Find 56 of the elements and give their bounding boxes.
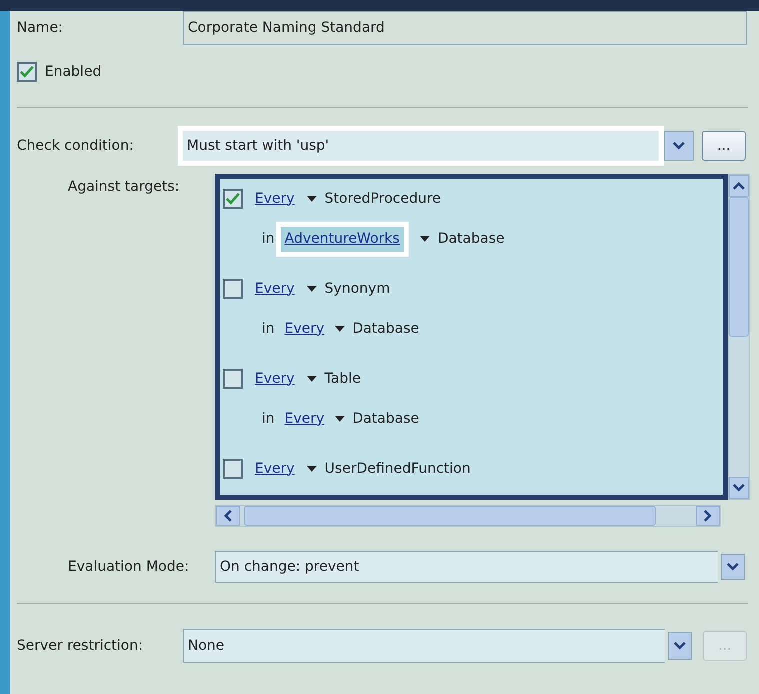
check-icon: [20, 66, 34, 78]
caret-icon: [334, 416, 345, 422]
target-type: Table: [324, 370, 361, 388]
scope-prefix: in: [262, 230, 275, 248]
caret-icon: [306, 196, 317, 202]
scroll-up-button[interactable]: [729, 175, 749, 197]
filter-link[interactable]: Every: [255, 278, 295, 300]
target-type: StoredProcedure: [324, 190, 442, 208]
filter-link[interactable]: Every: [255, 368, 295, 390]
scroll-left-button[interactable]: [216, 506, 240, 526]
condition-field[interactable]: Must start with 'usp': [178, 126, 664, 166]
dropdown-button[interactable]: [664, 131, 694, 161]
chevron-down-icon: [674, 642, 686, 650]
scope-prefix: in: [262, 320, 275, 338]
caret-icon: [334, 326, 345, 332]
field-label: Server restriction:: [17, 636, 144, 656]
checkbox-label: Enabled: [45, 62, 102, 82]
target-type: UserDefinedFunction: [324, 460, 471, 478]
vertical-scrollbar[interactable]: [728, 174, 750, 500]
caret-icon: [306, 376, 317, 382]
scope-type: Database: [438, 230, 505, 248]
scrollbar-thumb[interactable]: [244, 506, 656, 526]
scope-link[interactable]: Every: [284, 318, 325, 340]
field-label: Against targets:: [67, 178, 181, 197]
chevron-right-icon: [704, 510, 712, 522]
name-field[interactable]: Corporate Naming Standard: [183, 11, 747, 45]
scope-type: Database: [352, 410, 420, 428]
scope-type: Database: [352, 320, 420, 338]
scope-link[interactable]: AdventureWorks: [276, 222, 409, 256]
chevron-left-icon: [224, 510, 232, 522]
field-label: Check condition:: [17, 136, 135, 156]
target-checkbox[interactable]: [223, 189, 243, 209]
caret-icon: [420, 236, 430, 242]
target-type: Synonym: [324, 280, 390, 298]
caret-icon: [306, 286, 317, 292]
enabled-checkbox[interactable]: [17, 62, 37, 82]
scrollbar-thumb[interactable]: [729, 197, 749, 337]
caret-icon: [306, 466, 317, 472]
target-checkbox[interactable]: [223, 279, 243, 299]
field-label: Evaluation Mode:: [67, 558, 190, 576]
scope-link[interactable]: Every: [284, 408, 325, 430]
target-checkbox[interactable]: [223, 459, 243, 479]
chevron-down-icon: [673, 142, 685, 150]
chevron-up-icon: [733, 182, 745, 190]
scroll-down-button[interactable]: [729, 477, 749, 499]
field-label: Name:: [17, 18, 64, 38]
chevron-down-icon: [733, 484, 745, 492]
filter-link[interactable]: Every: [255, 188, 295, 210]
scroll-right-button[interactable]: [696, 506, 720, 526]
filter-link[interactable]: Every: [255, 458, 295, 480]
check-icon: [226, 193, 240, 205]
target-checkbox[interactable]: [223, 369, 243, 389]
scope-prefix: in: [262, 410, 275, 428]
browse-button[interactable]: ...: [702, 131, 746, 161]
chevron-down-icon: [727, 563, 739, 571]
horizontal-scrollbar[interactable]: [215, 505, 721, 527]
